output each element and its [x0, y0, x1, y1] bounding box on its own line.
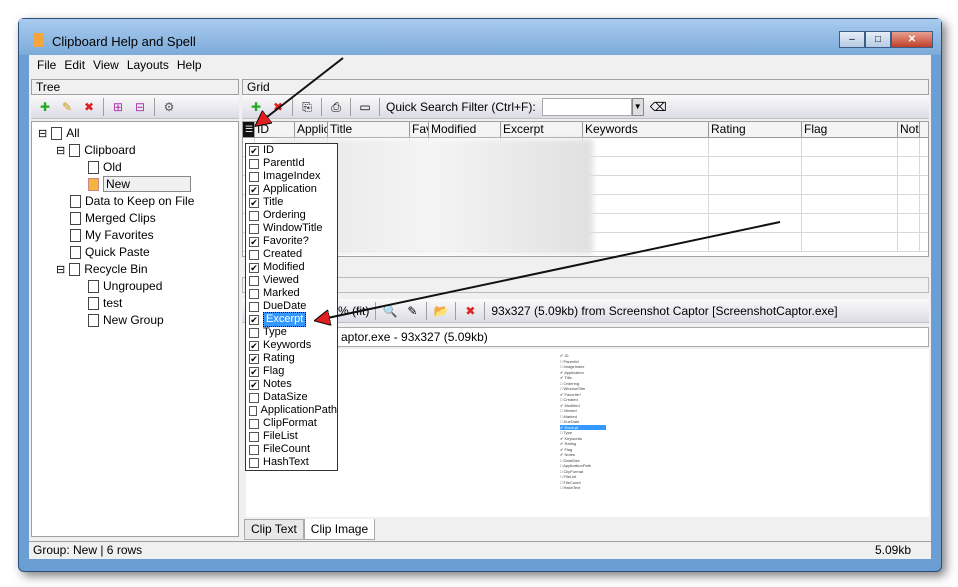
annotation-arrows	[0, 57, 781, 587]
arrow-to-column-button	[258, 57, 344, 124]
arrow-to-excerpt	[318, 221, 781, 320]
